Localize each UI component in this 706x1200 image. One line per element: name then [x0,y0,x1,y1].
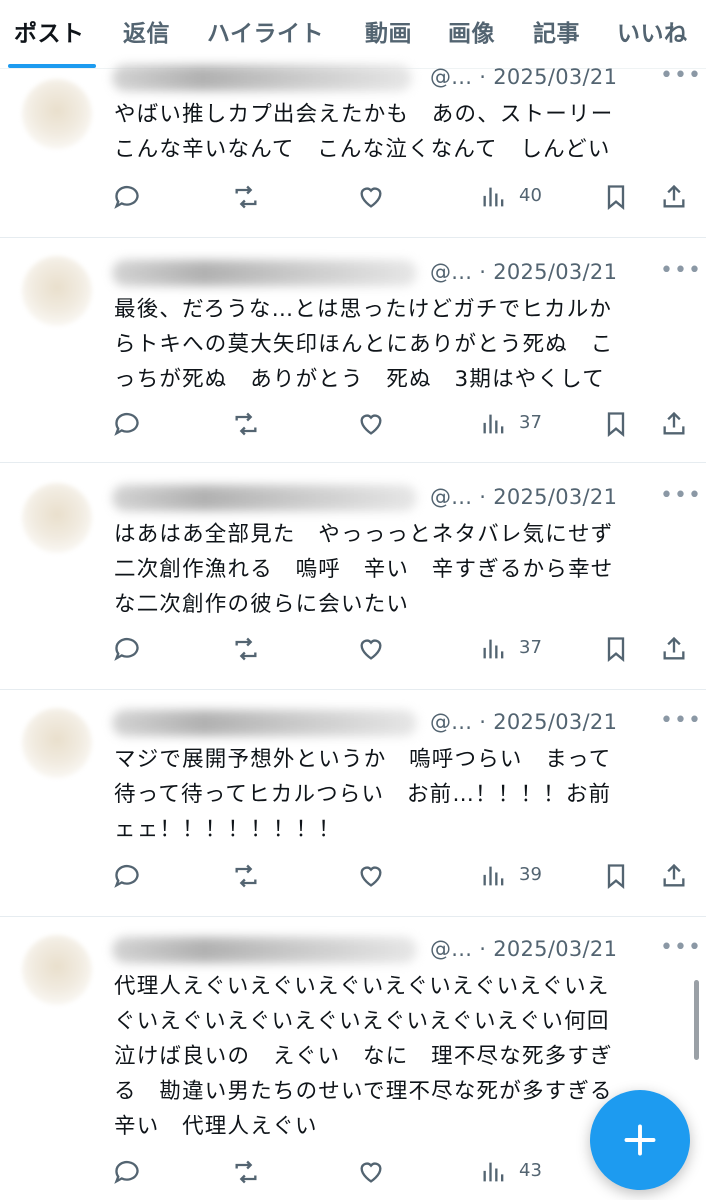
author-handle[interactable]: @... [430,710,472,734]
post-actions: 37 [0,635,706,669]
post-meta: @... · 2025/03/21 [430,710,618,734]
post-date[interactable]: 2025/03/21 [493,937,617,961]
more-icon[interactable]: ••• [660,63,702,88]
reply-icon[interactable] [113,862,141,894]
repost-icon[interactable] [232,862,260,894]
share-icon[interactable] [660,410,688,442]
heart-icon[interactable] [357,862,385,894]
avatar[interactable] [22,256,92,326]
avatar[interactable] [22,483,92,553]
more-icon[interactable]: ••• [660,708,702,733]
reply-icon[interactable] [113,1158,141,1190]
profile-tab-bar: ポスト 返信 ハイライト 動画 画像 記事 いいね [0,0,706,69]
repost-icon[interactable] [232,410,260,442]
heart-icon[interactable] [357,410,385,442]
post-actions: 37 [0,410,706,444]
repost-icon[interactable] [232,183,260,215]
post-actions: 39 [0,862,706,896]
post-text: やばい推しカプ出会えたかも あの、ストーリー こんな辛いなんて こんな泣くなんて… [114,102,614,162]
view-count: 37 [519,412,542,433]
share-icon[interactable] [660,183,688,215]
post[interactable]: @... · 2025/03/21 ••• 最後、だろうな…とは思ったけどガチで… [0,238,706,463]
post[interactable]: @... · 2025/03/21 ••• はあはあ全部見た やっっっとネタバレ… [0,463,706,690]
share-icon[interactable] [660,635,688,667]
post-date[interactable]: 2025/03/21 [493,710,617,734]
analytics-icon[interactable] [480,862,508,894]
analytics-icon[interactable] [480,1158,508,1190]
reply-icon[interactable] [113,410,141,442]
active-tab-indicator [8,64,96,68]
heart-icon[interactable] [357,635,385,667]
view-count: 43 [519,1160,542,1181]
bookmark-icon[interactable] [602,410,630,442]
avatar[interactable] [22,79,92,149]
view-count: 40 [519,185,542,206]
tab-images[interactable]: 画像 [448,14,495,48]
plus-icon [624,1124,656,1156]
avatar[interactable] [22,708,92,778]
analytics-icon[interactable] [480,635,508,667]
tab-articles[interactable]: 記事 [533,14,580,48]
analytics-icon[interactable] [480,410,508,442]
tab-replies[interactable]: 返信 [123,14,170,48]
post-date[interactable]: 2025/03/21 [493,65,617,89]
reply-icon[interactable] [113,183,141,215]
author-handle[interactable]: @... [430,937,472,961]
post-meta: @... · 2025/03/21 [430,485,618,509]
avatar[interactable] [22,935,92,1005]
analytics-icon[interactable] [480,183,508,215]
post-actions: 40 [0,183,706,217]
author-handle[interactable]: @... [430,65,472,89]
more-icon[interactable]: ••• [660,483,702,508]
tab-likes[interactable]: いいね [617,14,688,48]
post-meta: @... · 2025/03/21 [430,65,618,89]
author-name-blurred[interactable] [112,485,417,511]
post[interactable]: @... · 2025/03/21 ••• やばい推しカプ出会えたかも あの、ス… [0,63,706,238]
repost-icon[interactable] [232,635,260,667]
author-name-blurred[interactable] [112,260,417,286]
tab-videos[interactable]: 動画 [365,14,412,48]
post-meta: @... · 2025/03/21 [430,937,618,961]
tab-posts[interactable]: ポスト [14,14,85,48]
share-icon[interactable] [660,862,688,894]
more-icon[interactable]: ••• [660,935,702,960]
heart-icon[interactable] [357,183,385,215]
post-meta: @... · 2025/03/21 [430,260,618,284]
author-name-blurred[interactable] [112,65,412,91]
bookmark-icon[interactable] [602,183,630,215]
view-count: 37 [519,637,542,658]
post-text: はあはあ全部見た やっっっとネタバレ気にせず 二次創作漁れる 嗚呼 辛い 辛すぎ… [114,522,614,617]
tab-highlights[interactable]: ハイライト [207,14,324,48]
post[interactable]: @... · 2025/03/21 ••• マジで展開予想外というか 嗚呼つらい… [0,690,706,917]
compose-button[interactable] [590,1090,690,1190]
more-icon[interactable]: ••• [660,258,702,283]
reply-icon[interactable] [113,635,141,667]
view-count: 39 [519,864,542,885]
author-handle[interactable]: @... [430,485,472,509]
author-handle[interactable]: @... [430,260,472,284]
repost-icon[interactable] [232,1158,260,1190]
post-text: 最後、だろうな…とは思ったけどガチでヒカルか らトキへの莫大矢印ほんとにありがと… [114,297,614,392]
scrollbar[interactable] [694,980,699,1060]
author-name-blurred[interactable] [112,710,417,736]
heart-icon[interactable] [357,1158,385,1190]
author-name-blurred[interactable] [112,937,417,963]
post-date[interactable]: 2025/03/21 [493,260,617,284]
bookmark-icon[interactable] [602,862,630,894]
post-date[interactable]: 2025/03/21 [493,485,617,509]
post-text: マジで展開予想外というか 嗚呼つらい まって 待って待ってヒカルつらい お前…！… [114,747,612,842]
bookmark-icon[interactable] [602,635,630,667]
